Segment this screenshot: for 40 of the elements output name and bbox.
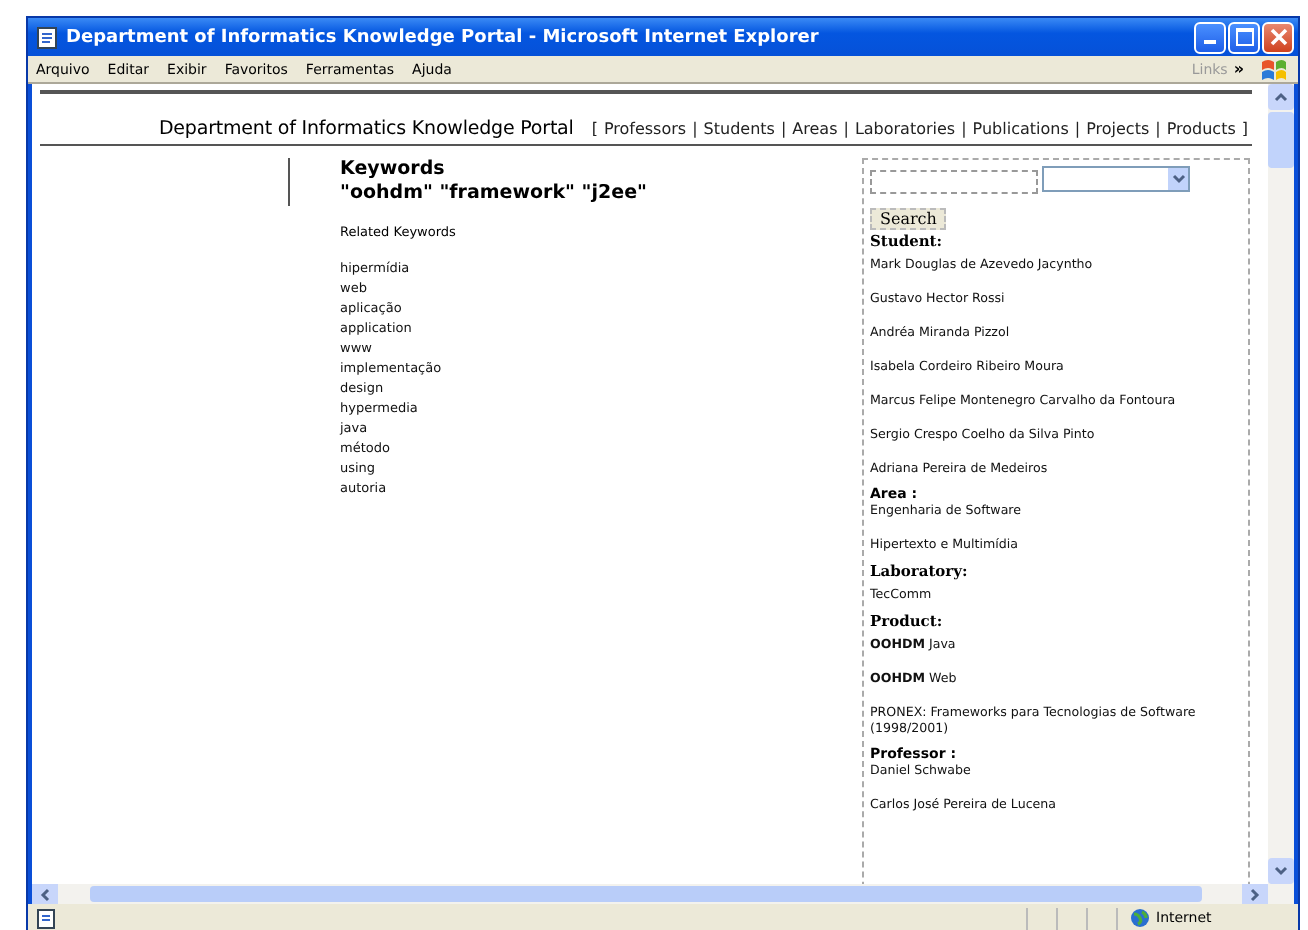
nav-separator: | bbox=[843, 120, 849, 138]
links-chevron[interactable]: » bbox=[1233, 60, 1244, 78]
window-title: Department of Informatics Knowledge Portal - Microsoft Internet Explorer bbox=[66, 27, 821, 47]
scrollbar-thumb[interactable] bbox=[1268, 112, 1294, 168]
globe-icon bbox=[1130, 908, 1150, 928]
minimize-button[interactable] bbox=[1194, 21, 1226, 53]
nav-link[interactable]: Students bbox=[703, 120, 775, 138]
search-field[interactable] bbox=[870, 170, 1038, 194]
search-button[interactable]: Search bbox=[870, 208, 947, 230]
chevron-right-icon bbox=[1250, 887, 1260, 901]
maximize-button[interactable] bbox=[1228, 21, 1260, 53]
close-button[interactable] bbox=[1262, 21, 1294, 53]
keywords-title: Keywords bbox=[340, 158, 447, 182]
nav-separator: | bbox=[692, 120, 698, 138]
nav-link[interactable]: Projects bbox=[1086, 120, 1150, 138]
category-dropdown[interactable] bbox=[1042, 166, 1190, 192]
nav-link[interactable]: Products bbox=[1166, 120, 1236, 138]
chevron-down-icon bbox=[1274, 866, 1288, 876]
nav-link[interactable]: Publications bbox=[972, 120, 1069, 138]
nav-link[interactable]: Professors bbox=[603, 120, 687, 138]
windows-flag-icon bbox=[1260, 57, 1288, 81]
chevron-up-icon bbox=[1274, 92, 1288, 102]
bracket: ] bbox=[1241, 120, 1248, 138]
nav-separator: | bbox=[780, 120, 787, 138]
nav-link[interactable]: Laboratories bbox=[854, 120, 956, 138]
maximize-icon bbox=[1235, 28, 1253, 46]
chevron-down-icon bbox=[1171, 174, 1185, 184]
nav-separator: | bbox=[1155, 120, 1161, 138]
page-icon bbox=[36, 907, 58, 929]
scrollbar-thumb[interactable] bbox=[90, 886, 1202, 902]
nav-separator: | bbox=[1074, 120, 1081, 138]
bracket: [ bbox=[591, 120, 598, 138]
minimize-icon bbox=[1204, 40, 1216, 44]
nav-link[interactable]: Areas bbox=[792, 120, 838, 138]
keywords-query: "oohdm" "framework" "j2ee" bbox=[340, 182, 647, 206]
nav-separator: | bbox=[961, 120, 967, 138]
chevron-left-icon bbox=[40, 887, 50, 901]
page-icon bbox=[36, 25, 60, 49]
portal-title: Department of Informatics Knowledge Portal bbox=[158, 118, 574, 140]
close-icon bbox=[1269, 28, 1287, 46]
